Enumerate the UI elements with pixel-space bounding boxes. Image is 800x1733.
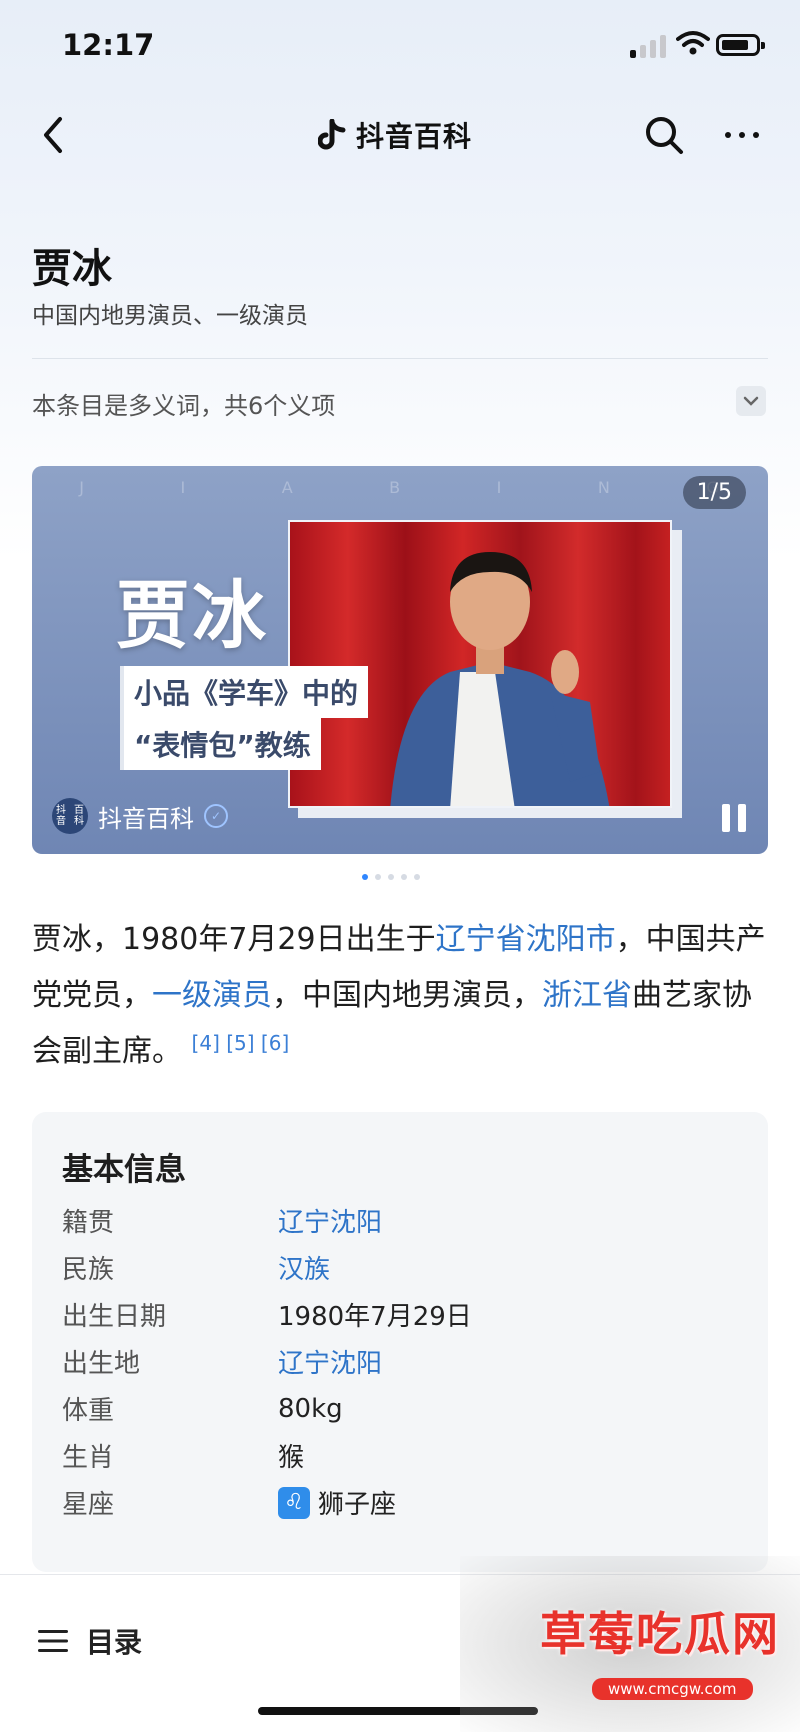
carousel-dot[interactable] (388, 874, 394, 880)
info-key: 体重 (62, 1396, 115, 1426)
actor-photo (288, 520, 672, 808)
info-row: 民族 汉族 (62, 1249, 330, 1286)
info-row: 体重 80kg (62, 1390, 343, 1427)
cellular-signal-icon (630, 32, 666, 58)
info-key: 星座 (62, 1490, 115, 1520)
toc-button[interactable]: 目录 (38, 1621, 142, 1661)
page-subtitle: 中国内地男演员、一级演员 (32, 303, 308, 329)
carousel-dot[interactable] (362, 874, 368, 880)
info-value: ♌ 狮子座 (278, 1484, 396, 1521)
back-button[interactable] (38, 113, 68, 157)
info-row: 生肖 猴 (62, 1437, 304, 1474)
info-value-text: 狮子座 (318, 1490, 397, 1520)
info-row: 籍贯 辽宁沈阳 (62, 1202, 382, 1239)
search-icon[interactable] (642, 113, 686, 157)
video-player[interactable]: J I A B I N G 1/5 (32, 466, 768, 854)
video-page-counter: 1/5 (682, 476, 746, 509)
toc-label: 目录 (86, 1626, 143, 1659)
carousel-dot[interactable] (414, 874, 420, 880)
more-options-icon[interactable] (720, 113, 764, 157)
video-bg-letter: B (389, 478, 403, 497)
carousel-dots (362, 874, 420, 880)
video-source: 抖音 百科 抖音百科 ✓ (52, 798, 228, 834)
basic-info-heading: 基本信息 (62, 1152, 186, 1188)
video-title-overlay: 贾冰 (116, 573, 268, 659)
info-key: 籍贯 (62, 1208, 115, 1238)
info-value: 1980年7月29日 (278, 1302, 472, 1332)
video-bg-letters: J I A B I N G (32, 478, 768, 497)
info-value-link[interactable]: 辽宁沈阳 (278, 1343, 382, 1380)
info-value: 80kg (278, 1393, 343, 1424)
summary-text: ，中国内地男演员， (272, 978, 542, 1013)
info-row: 出生日期 1980年7月29日 (62, 1296, 472, 1333)
brand-title: 抖音百科 (318, 113, 472, 157)
verified-icon: ✓ (204, 804, 228, 828)
video-caption-line: “表情包”教练 (120, 718, 321, 770)
info-key: 出生日期 (62, 1302, 167, 1332)
polysemy-notice[interactable]: 本条目是多义词，共6个义项 (32, 386, 335, 421)
baike-logo-icon: 抖音 百科 (52, 798, 88, 834)
battery-icon (716, 34, 765, 56)
summary-paragraph: 贾冰，1980年7月29日出生于辽宁省沈阳市，中国共产党党员，一级演员，中国内地… (32, 912, 772, 1080)
info-value-link[interactable]: 辽宁沈阳 (278, 1202, 382, 1239)
info-key: 生肖 (62, 1443, 115, 1473)
status-time: 12:17 (62, 28, 155, 62)
video-bg-letter: J (79, 478, 86, 497)
summary-text: 贾冰，1980年7月29日出生于 (32, 922, 436, 957)
video-bg-letter: A (281, 478, 295, 497)
brand-label: 抖音百科 (356, 120, 473, 153)
carousel-dot[interactable] (401, 874, 407, 880)
info-key: 民族 (62, 1255, 115, 1285)
polysemy-expand-button[interactable] (736, 386, 766, 416)
pause-button[interactable] (722, 804, 746, 832)
leo-zodiac-icon: ♌ (278, 1486, 310, 1519)
watermark-url: www.cmcgw.com (592, 1678, 753, 1700)
summary-link-rank[interactable]: 一级演员 (152, 978, 272, 1013)
status-bar: 12:17 (0, 0, 800, 95)
menu-icon (38, 1630, 68, 1652)
video-bg-letter: I (180, 478, 188, 497)
carousel-dot[interactable] (375, 874, 381, 880)
info-value: 猴 (278, 1443, 305, 1473)
page-title: 贾冰 (32, 245, 112, 292)
reference-links[interactable]: [4] [5] [6] (192, 1031, 290, 1055)
info-row: 出生地 辽宁沈阳 (62, 1343, 382, 1380)
baike-logo-text: 抖音 (56, 805, 66, 827)
basic-info-card: 基本信息 籍贯 辽宁沈阳 民族 汉族 出生日期 1980年7月29日 出生地 辽… (32, 1112, 768, 1572)
info-value-link[interactable]: 汉族 (278, 1249, 330, 1286)
info-key: 出生地 (62, 1349, 141, 1379)
divider (32, 358, 768, 359)
douyin-logo-icon (318, 119, 346, 150)
video-caption-line: 小品《学车》中的 (120, 666, 369, 718)
summary-link-birthplace[interactable]: 辽宁省沈阳市 (436, 922, 616, 957)
wifi-icon (676, 31, 710, 55)
video-bg-letter: N (597, 478, 612, 497)
baike-logo-text: 百科 (74, 805, 84, 827)
nav-bar: 抖音百科 (0, 95, 800, 175)
video-source-label: 抖音百科 (98, 804, 194, 833)
video-bg-letter: I (496, 478, 504, 497)
summary-link-province[interactable]: 浙江省 (542, 978, 632, 1013)
info-row: 星座 ♌ 狮子座 (62, 1484, 396, 1521)
watermark-text: 草莓吃瓜网 (540, 1607, 780, 1661)
chevron-down-icon (743, 396, 759, 406)
